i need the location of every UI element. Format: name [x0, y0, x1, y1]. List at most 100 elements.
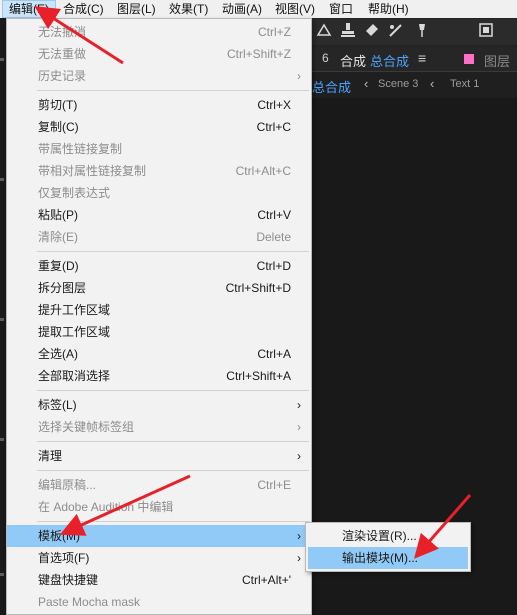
menu-item-shortcut: Ctrl+V: [257, 208, 291, 222]
menu-item-lift-work-area[interactable]: 提升工作区域: [7, 299, 311, 321]
menu-item-label: 清除(E): [38, 230, 78, 244]
menu-item-label: 粘贴(P): [38, 208, 78, 222]
menu-separator: [37, 470, 309, 471]
layer-panel-tab[interactable]: 图层: [484, 51, 510, 70]
edit-menu-dropdown: 无法撤消 Ctrl+Z 无法重做 Ctrl+Shift+Z 历史记录 › 剪切(…: [6, 18, 312, 615]
menu-item-cut[interactable]: 剪切(T) Ctrl+X: [7, 94, 311, 116]
chevron-left-icon: ‹: [364, 76, 369, 91]
menu-item-paste-mocha-mask[interactable]: Paste Mocha mask: [7, 591, 311, 613]
menu-item-keyboard-shortcuts[interactable]: 键盘快捷键 Ctrl+Alt+': [7, 569, 311, 591]
menu-edit[interactable]: 编辑(E): [2, 0, 56, 18]
menu-item-label: 历史记录: [38, 69, 87, 83]
menu-animation[interactable]: 动画(A): [216, 0, 268, 18]
menu-item-label: 提升工作区域: [38, 303, 111, 317]
strip-marker: [0, 573, 4, 576]
menu-item-label: 在 Adobe Audition 中编辑: [38, 500, 174, 514]
menu-item-shortcut: Ctrl+Z: [258, 25, 291, 39]
menu-item-copy-expression-only[interactable]: 仅复制表达式: [7, 182, 311, 204]
menu-item-deselect-all[interactable]: 全部取消选择 Ctrl+Shift+A: [7, 365, 311, 387]
menu-item-split-layer[interactable]: 拆分图层 Ctrl+Shift+D: [7, 277, 311, 299]
menu-item-label: 全选(A): [38, 347, 78, 361]
menu-layer[interactable]: 图层(L): [111, 0, 162, 18]
composition-tab-prefix[interactable]: 合成: [340, 51, 366, 70]
puppet-pin-icon[interactable]: [412, 22, 432, 42]
menu-item-shortcut: Ctrl+D: [256, 259, 291, 273]
breadcrumb-item-scene[interactable]: Scene 3: [378, 78, 418, 90]
breadcrumb-item-main[interactable]: 总合成: [312, 77, 351, 96]
tools-toolbar: [312, 19, 517, 45]
menu-item-shortcut: Ctrl+Alt+C: [235, 164, 291, 178]
menu-item-undo[interactable]: 无法撤消 Ctrl+Z: [7, 21, 311, 43]
menu-item-preferences[interactable]: 首选项(F) ›: [7, 547, 311, 569]
submenu-item-render-settings[interactable]: 渲染设置(R)...: [308, 525, 468, 547]
menu-item-shortcut: Ctrl+C: [256, 120, 291, 134]
chevron-right-icon: ›: [297, 529, 301, 543]
eraser-icon[interactable]: [362, 22, 382, 42]
menu-separator: [37, 90, 309, 91]
menu-item-purge[interactable]: 清理 ›: [7, 445, 311, 467]
composition-tab-name[interactable]: 总合成: [370, 51, 409, 70]
menu-item-shortcut: Ctrl+Shift+A: [226, 369, 291, 383]
shape-icon[interactable]: [314, 22, 334, 42]
snap-icon[interactable]: [476, 22, 496, 42]
menu-item-select-keyframe-label-group[interactable]: 选择关键帧标签组 ›: [7, 416, 311, 438]
tab-menu-icon[interactable]: ≡: [418, 50, 426, 66]
chevron-right-icon: ›: [297, 551, 301, 565]
menu-item-label: 标签(L): [38, 398, 77, 412]
roto-brush-icon[interactable]: [386, 22, 406, 42]
chevron-right-icon: ›: [297, 69, 301, 83]
menu-separator: [37, 441, 309, 442]
chevron-right-icon: ›: [297, 420, 301, 434]
menu-separator: [37, 390, 309, 391]
menu-item-label: 重复(D): [38, 259, 79, 273]
lock-icon[interactable]: 6: [322, 51, 329, 65]
menu-composition[interactable]: 合成(C): [57, 0, 110, 18]
clone-stamp-icon[interactable]: [338, 22, 358, 42]
menu-item-shortcut: Delete: [256, 230, 291, 244]
menu-effect[interactable]: 效果(T): [163, 0, 214, 18]
menu-item-label: 拆分图层: [38, 281, 87, 295]
chevron-right-icon: ›: [297, 398, 301, 412]
menu-item-copy-with-property-links[interactable]: 带属性链接复制: [7, 138, 311, 160]
menu-item-label: 键盘快捷键: [38, 573, 99, 587]
menu-item-edit-in-audition[interactable]: 在 Adobe Audition 中编辑: [7, 496, 311, 518]
chevron-left-icon: ‹: [430, 76, 435, 91]
menu-item-label: 编辑原稿...: [38, 478, 97, 492]
submenu-item-output-module[interactable]: 输出模块(M)...: [308, 547, 468, 569]
chevron-right-icon: ›: [297, 449, 301, 463]
menu-item-redo[interactable]: 无法重做 Ctrl+Shift+Z: [7, 43, 311, 65]
menu-item-shortcut: Ctrl+A: [257, 347, 291, 361]
menu-item-label: 首选项(F): [38, 551, 90, 565]
menu-help[interactable]: 帮助(H): [362, 0, 415, 18]
menu-item-clear[interactable]: 清除(E) Delete: [7, 226, 311, 248]
breadcrumb-item-text[interactable]: Text 1: [450, 78, 479, 90]
menu-item-edit-original[interactable]: 编辑原稿... Ctrl+E: [7, 474, 311, 496]
submenu-item-label: 渲染设置(R)...: [342, 529, 417, 543]
menu-item-label: 选择关键帧标签组: [38, 420, 135, 434]
menu-item-copy-with-relative-property-links[interactable]: 带相对属性链接复制 Ctrl+Alt+C: [7, 160, 311, 182]
menu-window[interactable]: 窗口: [323, 0, 359, 18]
menu-separator: [37, 521, 309, 522]
menu-item-templates[interactable]: 模板(M) ›: [7, 525, 311, 547]
menu-item-label: 全部取消选择: [38, 369, 111, 383]
menu-item-label: 剪切(T): [38, 98, 78, 112]
layer-color-swatch: [464, 54, 474, 64]
templates-submenu: 渲染设置(R)... 输出模块(M)...: [305, 522, 471, 572]
menu-separator: [37, 251, 309, 252]
menu-item-shortcut: Ctrl+Shift+D: [225, 281, 291, 295]
menu-item-label: 无法撤消: [38, 25, 87, 39]
menu-item-copy[interactable]: 复制(C) Ctrl+C: [7, 116, 311, 138]
menu-item-shortcut: Ctrl+E: [257, 478, 291, 492]
menu-item-shortcut: Ctrl+Alt+': [242, 573, 291, 587]
menu-item-history[interactable]: 历史记录 ›: [7, 65, 311, 87]
menu-item-extract-work-area[interactable]: 提取工作区域: [7, 321, 311, 343]
menu-item-duplicate[interactable]: 重复(D) Ctrl+D: [7, 255, 311, 277]
menu-item-label: 复制(C): [38, 120, 79, 134]
menu-item-select-all[interactable]: 全选(A) Ctrl+A: [7, 343, 311, 365]
menu-item-label-submenu[interactable]: 标签(L) ›: [7, 394, 311, 416]
strip-marker: [0, 58, 4, 61]
menu-view[interactable]: 视图(V): [269, 0, 321, 18]
submenu-item-label: 输出模块(M)...: [342, 551, 418, 565]
menu-item-paste[interactable]: 粘贴(P) Ctrl+V: [7, 204, 311, 226]
menu-item-label: 提取工作区域: [38, 325, 111, 339]
